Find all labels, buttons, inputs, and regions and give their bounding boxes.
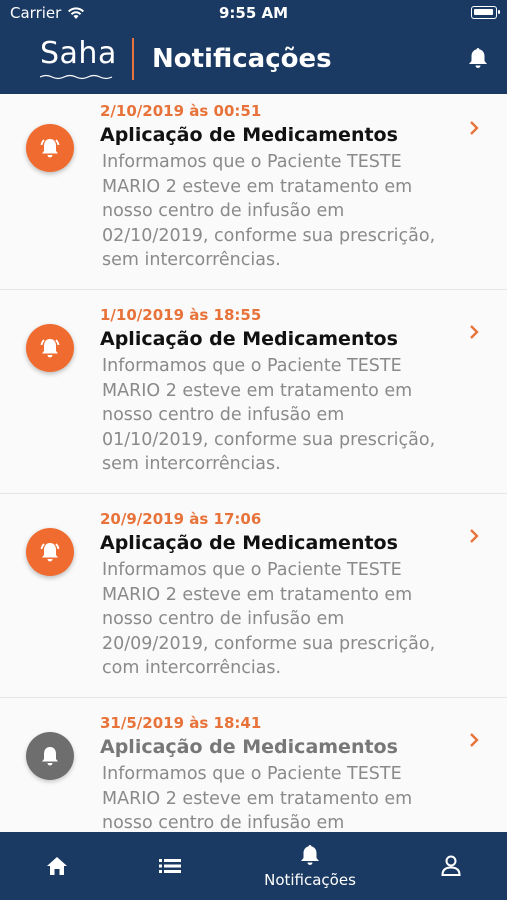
app-logo: Saha — [40, 36, 117, 71]
notification-date: 2/10/2019 às 00:51 — [100, 102, 262, 120]
battery-icon — [471, 6, 500, 19]
user-icon — [441, 855, 461, 876]
notification-item[interactable]: 2/10/2019 às 00:51 Aplicação de Medicame… — [0, 94, 507, 290]
bell-icon — [301, 845, 319, 865]
notification-body: Informamos que o Paciente TESTE MARIO 2 … — [102, 152, 436, 271]
tab-notifications-label: Notificações — [264, 871, 356, 889]
notification-body: Informamos que o Paciente TESTE MARIO 2 … — [102, 764, 413, 832]
notifications-list[interactable]: 2/10/2019 às 00:51 Aplicação de Medicame… — [0, 94, 507, 832]
chevron-right-icon[interactable] — [469, 732, 479, 748]
tab-notifications[interactable]: Notificações — [255, 832, 365, 900]
notification-item[interactable]: 20/9/2019 às 17:06 Aplicação de Medicame… — [0, 494, 507, 698]
notification-bell-icon — [26, 732, 74, 780]
list-icon — [159, 859, 181, 873]
chevron-right-icon[interactable] — [469, 528, 479, 544]
notification-body: Informamos que o Paciente TESTE MARIO 2 … — [102, 560, 436, 679]
home-icon — [47, 857, 67, 875]
alarm-bell-icon — [40, 543, 60, 562]
notification-date: 1/10/2019 às 18:55 — [100, 306, 262, 324]
notification-title: Aplicação de Medicamentos — [100, 124, 398, 146]
tab-home[interactable] — [32, 832, 82, 900]
notification-date: 20/9/2019 às 17:06 — [100, 510, 262, 528]
header-divider — [132, 38, 134, 80]
notification-bell-icon — [26, 124, 74, 172]
notification-title: Aplicação de Medicamentos — [100, 736, 398, 758]
alarm-bell-icon — [40, 139, 60, 158]
notification-bell-icon — [26, 324, 74, 372]
status-bar: Carrier 9:55 AM — [0, 0, 507, 26]
notification-title: Aplicação de Medicamentos — [100, 328, 398, 350]
page-title: Notificações — [152, 44, 332, 74]
tab-profile[interactable] — [426, 832, 476, 900]
bell-icon[interactable] — [467, 46, 489, 70]
tab-bar: Notificações — [0, 832, 507, 900]
notification-item[interactable]: 31/5/2019 às 18:41 Aplicação de Medicame… — [0, 698, 507, 832]
notification-title: Aplicação de Medicamentos — [100, 532, 398, 554]
tab-list[interactable] — [145, 832, 195, 900]
notification-bell-icon — [26, 528, 74, 576]
logo-wave-icon — [40, 74, 113, 80]
status-time: 9:55 AM — [218, 4, 289, 22]
notification-body: Informamos que o Paciente TESTE MARIO 2 … — [102, 356, 436, 475]
chevron-right-icon[interactable] — [469, 120, 479, 136]
notification-item[interactable]: 1/10/2019 às 18:55 Aplicação de Medicame… — [0, 290, 507, 494]
chevron-right-icon[interactable] — [469, 324, 479, 340]
bell-read-icon — [42, 747, 58, 766]
app-header: Carrier 9:55 AM Saha Notificações — [0, 0, 507, 94]
alarm-bell-icon — [40, 339, 60, 358]
notification-date: 31/5/2019 às 18:41 — [100, 714, 262, 732]
